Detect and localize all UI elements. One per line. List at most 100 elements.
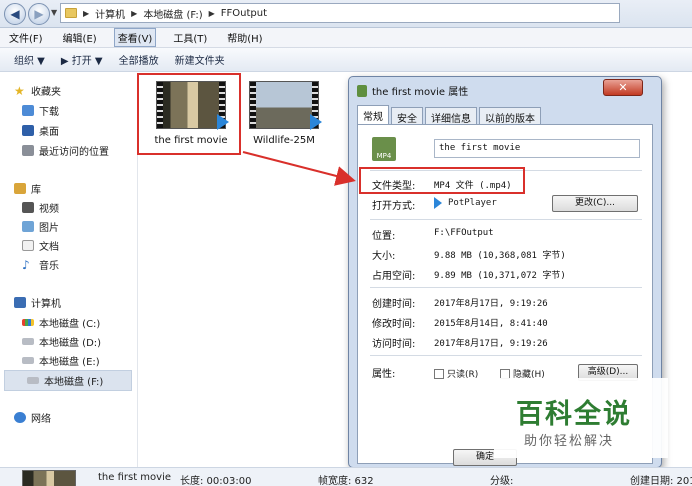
- download-folder-icon: [22, 105, 34, 116]
- breadcrumb-computer[interactable]: 计算机: [95, 6, 125, 21]
- sidebar-item-desktop[interactable]: 桌面: [22, 123, 59, 138]
- forward-button[interactable]: ▶: [28, 3, 50, 25]
- sidebar-item-downloads[interactable]: 下载: [22, 103, 59, 118]
- video-thumbnail: [249, 81, 322, 130]
- checkbox-box: [500, 368, 510, 379]
- location-value: F:\FFOutput: [434, 228, 494, 238]
- chevron-right-icon: ▶: [83, 8, 90, 18]
- divider: [370, 219, 642, 220]
- sidebar-item-label: 下载: [39, 107, 59, 118]
- dialog-title-bar: the first movie 属性: [357, 83, 468, 98]
- attributes-label: 属性:: [372, 369, 396, 380]
- checkbox-box: [434, 368, 444, 379]
- watermark-logo: 百科全说 助你轻松解决: [494, 378, 668, 458]
- status-created: 创建日期: 201: [630, 476, 692, 486]
- document-library-icon: [22, 240, 34, 251]
- sidebar-item-label: 本地磁盘 (D:): [39, 338, 102, 349]
- sidebar-item-label: 本地磁盘 (E:): [39, 357, 100, 368]
- sidebar-item-drive-e[interactable]: 本地磁盘 (E:): [22, 353, 100, 368]
- status-rating: 分级:: [490, 476, 514, 486]
- chevron-right-icon: ▶: [208, 8, 215, 18]
- command-toolbar: 组织 ▼ ▶ 打开 ▼ 全部播放 新建文件夹: [0, 48, 692, 72]
- sidebar-item-label: 视频: [39, 204, 59, 215]
- sidebar-item-videos[interactable]: 视频: [22, 200, 59, 215]
- menu-file[interactable]: 文件(F): [6, 29, 46, 46]
- opens-with-label: 打开方式:: [372, 201, 416, 212]
- chevron-right-icon: ▶: [131, 8, 138, 18]
- breadcrumb-ffoutput[interactable]: FFOutput: [221, 8, 267, 19]
- location-label: 位置:: [372, 231, 396, 242]
- open-button[interactable]: ▶ 打开 ▼: [61, 52, 103, 67]
- video-library-icon: [22, 202, 34, 213]
- sidebar-item-label: 图片: [39, 223, 59, 234]
- menu-view[interactable]: 查看(V): [113, 28, 157, 47]
- sidebar-item-libraries[interactable]: 库: [14, 181, 41, 196]
- sidebar-item-favorites[interactable]: ★ 收藏夹: [14, 83, 61, 99]
- folder-icon: [65, 8, 77, 18]
- music-note-icon: ♪: [22, 257, 30, 272]
- sidebar-item-drive-c[interactable]: 本地磁盘 (C:): [22, 315, 100, 330]
- opens-with-app: PotPlayer: [448, 198, 497, 208]
- modified-value: 2015年8月14日, 8:41:40: [434, 319, 548, 329]
- desktop-icon: [22, 125, 34, 136]
- file-name: Wildlife-25M: [253, 135, 315, 146]
- star-icon: ★: [14, 83, 25, 98]
- opens-with-value: PotPlayer: [434, 197, 497, 209]
- sidebar-item-pictures[interactable]: 图片: [22, 219, 59, 234]
- menu-help[interactable]: 帮助(H): [224, 29, 265, 46]
- navigation-pane: ★ 收藏夹 下载 桌面 最近访问的位置 库 视频 图片 文档 ♪ 音乐 计算机 …: [0, 73, 138, 467]
- menu-tools[interactable]: 工具(T): [170, 29, 210, 46]
- new-folder-button[interactable]: 新建文件夹: [175, 52, 225, 67]
- sidebar-item-label: 本地磁盘 (C:): [39, 319, 101, 330]
- sidebar-item-label: 网络: [31, 414, 51, 425]
- back-button[interactable]: ◀: [4, 3, 26, 25]
- status-duration: 长度: 00:03:00: [180, 476, 252, 486]
- potplayer-icon: [434, 197, 442, 209]
- sidebar-item-label: 音乐: [39, 261, 59, 272]
- picture-library-icon: [22, 221, 34, 232]
- play-icon: [310, 114, 322, 130]
- sidebar-item-drive-d[interactable]: 本地磁盘 (D:): [22, 334, 101, 349]
- menu-edit[interactable]: 编辑(E): [60, 29, 100, 46]
- change-button[interactable]: 更改(C)...: [552, 195, 638, 212]
- accessed-value: 2017年8月17日, 9:19:26: [434, 339, 548, 349]
- library-icon: [14, 183, 26, 194]
- dialog-title: the first movie 属性: [372, 87, 469, 98]
- network-icon: [14, 412, 26, 423]
- file-name-field[interactable]: the first movie: [434, 139, 640, 158]
- accessed-label: 访问时间:: [372, 339, 416, 350]
- address-toolbar: ◀ ▶ ▼ ▶ 计算机 ▶ 本地磁盘 (F:) ▶ FFOutput: [0, 0, 692, 28]
- size-on-disk-label: 占用空间:: [372, 271, 416, 282]
- readonly-label: 只读(R): [447, 370, 479, 380]
- menu-bar: 文件(F) 编辑(E) 查看(V) 工具(T) 帮助(H): [0, 28, 692, 48]
- sidebar-item-network[interactable]: 网络: [14, 410, 51, 425]
- file-type-highlight-box: [359, 167, 525, 194]
- play-all-button[interactable]: 全部播放: [119, 52, 159, 67]
- history-dropdown-icon[interactable]: ▼: [51, 8, 57, 17]
- organize-button[interactable]: 组织 ▼: [14, 52, 45, 67]
- size-label: 大小:: [372, 251, 396, 262]
- drive-icon: [22, 357, 34, 364]
- sidebar-item-documents[interactable]: 文档: [22, 238, 59, 253]
- computer-icon: [14, 297, 26, 308]
- sidebar-item-music[interactable]: ♪ 音乐: [22, 257, 59, 273]
- file-item-wildlife[interactable]: Wildlife-25M: [243, 81, 325, 146]
- created-label: 创建时间:: [372, 299, 416, 310]
- created-value: 2017年8月17日, 9:19:26: [434, 299, 548, 309]
- readonly-checkbox[interactable]: 只读(R): [434, 367, 478, 380]
- sidebar-item-drive-f[interactable]: 本地磁盘 (F:): [4, 370, 132, 391]
- close-button[interactable]: ✕: [603, 79, 643, 96]
- highlight-box: [137, 73, 241, 155]
- address-bar[interactable]: ▶ 计算机 ▶ 本地磁盘 (F:) ▶ FFOutput: [60, 3, 620, 23]
- divider: [370, 355, 642, 356]
- breadcrumb-drive-f[interactable]: 本地磁盘 (F:): [143, 6, 202, 21]
- sidebar-item-label: 计算机: [31, 299, 61, 310]
- sidebar-item-recent[interactable]: 最近访问的位置: [22, 143, 109, 158]
- divider: [370, 287, 642, 288]
- film-strip-icon: [250, 82, 256, 128]
- drive-icon: [22, 338, 34, 345]
- watermark-subtitle: 助你轻松解决: [524, 434, 615, 449]
- sidebar-item-computer[interactable]: 计算机: [14, 295, 61, 310]
- sidebar-item-label: 桌面: [39, 127, 59, 138]
- modified-label: 修改时间:: [372, 319, 416, 330]
